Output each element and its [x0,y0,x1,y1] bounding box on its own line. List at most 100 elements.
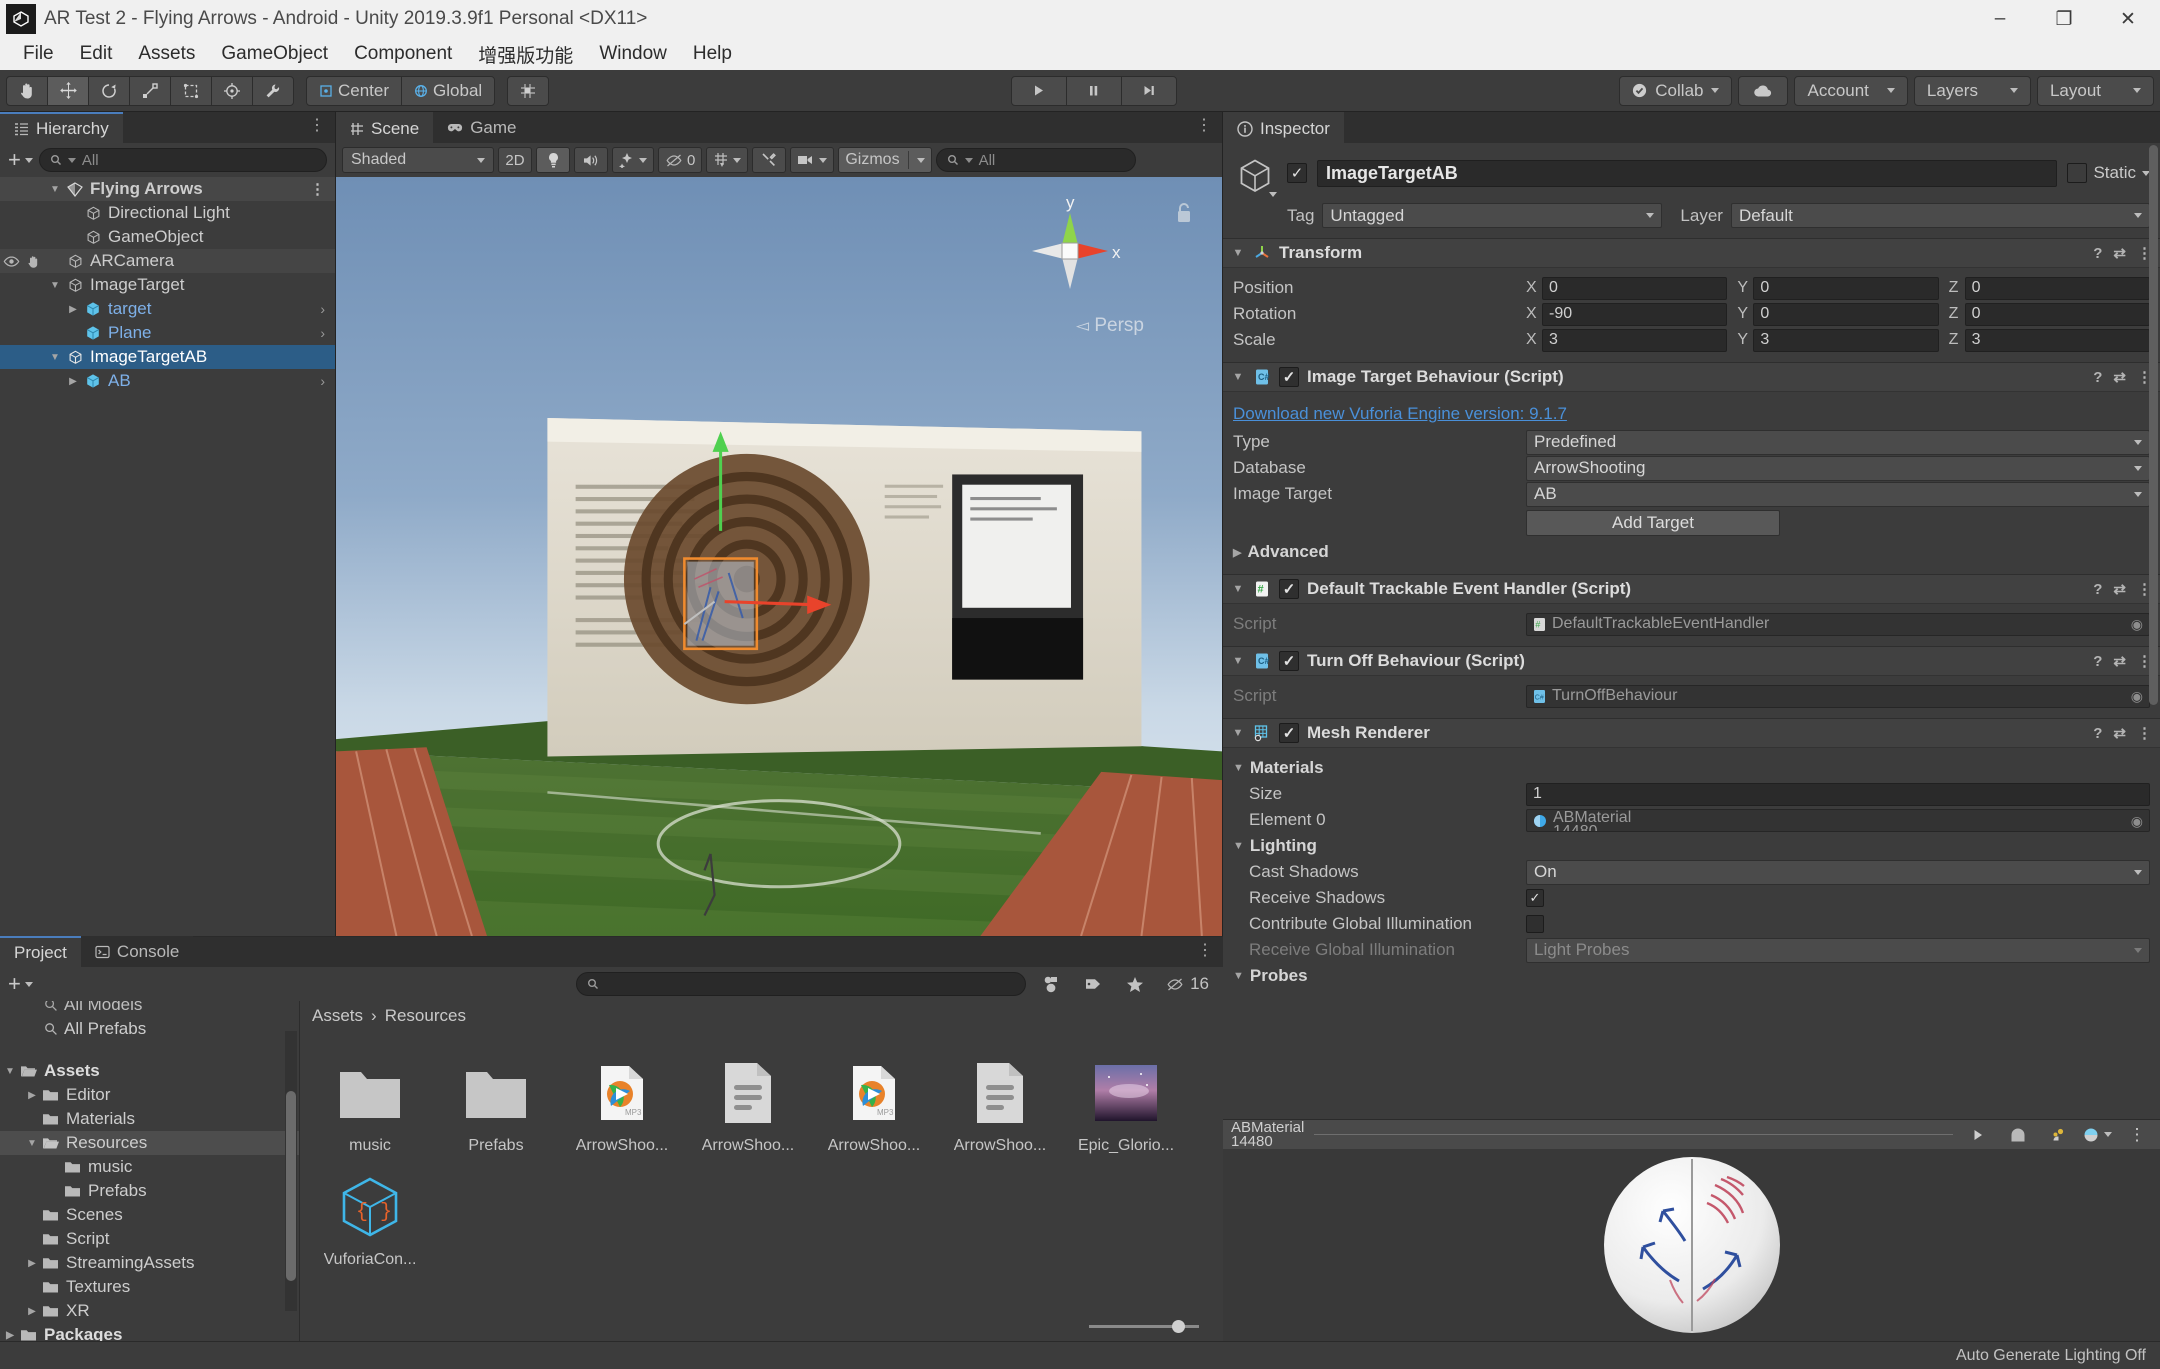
project-hidden-count[interactable]: 16 [1160,971,1215,997]
hand-tool-icon[interactable] [6,76,48,106]
scene-lighting-icon[interactable] [536,147,570,173]
scene-menu-icon[interactable]: ⋮ [1196,118,1212,134]
tree-row-prefabs[interactable]: ▶ Prefabs [0,1179,299,1203]
expand-triangle-icon[interactable]: ▼ [1231,583,1245,595]
tab-game[interactable]: Game [433,112,530,143]
asset-item[interactable]: { } VuforiaCon... [314,1163,426,1269]
tag-dropdown[interactable]: Untagged [1322,203,1662,228]
help-icon[interactable]: ? [2093,653,2102,670]
gizmos-dropdown[interactable]: Gizmos [838,147,931,173]
hierarchy-row-imagetargetab[interactable]: ▼ ImageTargetAB [0,345,335,369]
add-target-button[interactable]: Add Target [1526,510,1780,536]
menu-file[interactable]: File [10,39,67,69]
rotation-y-input[interactable]: 0 [1753,303,1938,326]
tree-row-materials[interactable]: ▶ Materials [0,1107,299,1131]
play-button[interactable] [1011,76,1067,106]
create-object-button[interactable]: + [8,149,33,171]
scene-viewport[interactable]: y x [336,177,1222,936]
expand-triangle-icon[interactable]: ▶ [64,376,82,387]
scale-x-input[interactable]: 3 [1542,329,1727,352]
position-x-input[interactable]: 0 [1542,277,1727,300]
menu-window[interactable]: Window [586,39,680,69]
layout-button[interactable]: Layout [2037,76,2154,106]
materials-size-input[interactable]: 1 [1526,783,2150,806]
menu-help[interactable]: Help [680,39,745,69]
minimize-button[interactable]: – [1968,0,2032,38]
project-create-button[interactable]: + [8,973,33,995]
tree-row-textures[interactable]: ▶ Textures [0,1275,299,1299]
help-icon[interactable]: ? [2093,245,2102,262]
script-object-field[interactable]: # DefaultTrackableEventHandler ◉ [1526,613,2150,636]
scene-grid-dropdown[interactable] [706,147,748,173]
component-header-turn-off-behaviour[interactable]: ▼ C# ✓ Turn Off Behaviour (Script) ? ⇄ ⋮ [1223,646,2160,676]
expand-triangle-icon[interactable]: ▼ [1231,247,1245,259]
asset-size-slider[interactable] [1089,1325,1199,1328]
hierarchy-row-ab[interactable]: ▶ ▶ AB › [0,369,335,393]
tree-row-packages[interactable]: ▶ Packages [0,1323,299,1341]
receive-shadows-checkbox[interactable]: ✓ [1526,889,1544,907]
chevron-right-icon[interactable]: › [320,301,325,317]
hierarchy-row-target[interactable]: ▶ ▶ target › [0,297,335,321]
filter-by-type-icon[interactable] [1034,971,1068,997]
project-folder-tree[interactable]: ▶ All Models ▶ All Prefabs [0,1001,300,1341]
maximize-button[interactable]: ❐ [2032,0,2096,38]
tree-row-streamingassets[interactable]: ▶ StreamingAssets [0,1251,299,1275]
asset-item[interactable]: Prefabs [440,1049,552,1155]
filter-by-label-icon[interactable] [1076,971,1110,997]
hierarchy-search-input[interactable]: All [39,148,327,172]
chevron-right-icon[interactable]: › [320,373,325,389]
project-menu-icon[interactable]: ⋮ [1197,943,1213,959]
asset-item[interactable]: music [314,1049,426,1155]
expand-triangle-icon[interactable]: ▼ [46,352,64,363]
object-picker-icon[interactable]: ◉ [2131,616,2143,633]
hierarchy-row-directional-light[interactable]: ▶ ▶ Directional Light [0,201,335,225]
menu-component[interactable]: Component [341,39,465,69]
project-search-input[interactable] [576,972,1026,996]
chevron-right-icon[interactable]: › [320,325,325,341]
hierarchy-row-imagetarget[interactable]: ▼ ImageTarget [0,273,335,297]
object-name-input[interactable]: ImageTargetAB [1317,160,2057,187]
inspector-scroll-area[interactable]: ✓ ImageTargetAB Static Tag Un [1223,143,2160,1119]
cast-shadows-dropdown[interactable]: On [1526,860,2150,885]
scene-hidden-objects-count[interactable]: 0 [658,147,702,173]
breadcrumb-assets[interactable]: Assets [312,1006,363,1026]
hierarchy-row-gameobject[interactable]: ▶ ▶ GameObject [0,225,335,249]
object-picker-icon[interactable]: ◉ [2131,688,2143,705]
object-picker-icon[interactable]: ◉ [2131,813,2143,830]
collab-button[interactable]: Collab [1619,76,1732,106]
account-button[interactable]: Account [1794,76,1907,106]
vuforia-update-link[interactable]: Download new Vuforia Engine version: 9.1… [1233,404,1567,424]
type-dropdown[interactable]: Predefined [1526,430,2150,455]
tab-console[interactable]: Console [81,936,193,967]
expand-triangle-icon[interactable]: ▼ [46,280,64,291]
toggle-2d-button[interactable]: 2D [498,147,532,173]
expand-triangle-icon[interactable]: ▶ [22,1306,42,1317]
close-button[interactable]: ✕ [2096,0,2160,38]
breadcrumb-resources[interactable]: Resources [385,1006,466,1026]
rotation-z-input[interactable]: 0 [1965,303,2150,326]
transform-tool-icon[interactable] [211,76,253,106]
component-enabled-checkbox[interactable]: ✓ [1279,651,1299,671]
tree-row-all-models[interactable]: ▶ All Models [0,1001,299,1017]
tree-row-xr[interactable]: ▶ XR [0,1299,299,1323]
lighting-foldout[interactable]: ▼ Lighting [1233,833,2150,859]
layer-dropdown[interactable]: Default [1731,203,2150,228]
material-preview[interactable] [1223,1149,2160,1341]
component-enabled-checkbox[interactable]: ✓ [1279,723,1299,743]
scale-y-input[interactable]: 3 [1753,329,1938,352]
scene-orientation-gizmo[interactable]: y x [1010,191,1130,311]
preset-icon[interactable]: ⇄ [2113,724,2126,742]
component-header-default-trackable-event-handler[interactable]: ▼ # ✓ Default Trackable Event Handler (S… [1223,574,2160,604]
asset-item[interactable]: ArrowShoo... [944,1049,1056,1155]
expand-triangle-icon[interactable]: ▼ [46,184,64,195]
scene-fx-dropdown[interactable] [612,147,654,173]
scene-menu-icon[interactable]: ⋮ [310,182,325,197]
pivot-rotation-button[interactable]: Global [401,76,495,106]
preset-icon[interactable]: ⇄ [2113,580,2126,598]
hierarchy-row-plane[interactable]: ▶ ▶ Plane › [0,321,335,345]
pivot-mode-button[interactable]: Center [306,76,402,106]
asset-grid[interactable]: music Prefabs MP3 [300,1031,1223,1311]
script-object-field[interactable]: C# TurnOffBehaviour ◉ [1526,685,2150,708]
scene-audio-icon[interactable] [574,147,608,173]
menu-enhanced-features[interactable]: 增强版功能 [465,37,586,72]
